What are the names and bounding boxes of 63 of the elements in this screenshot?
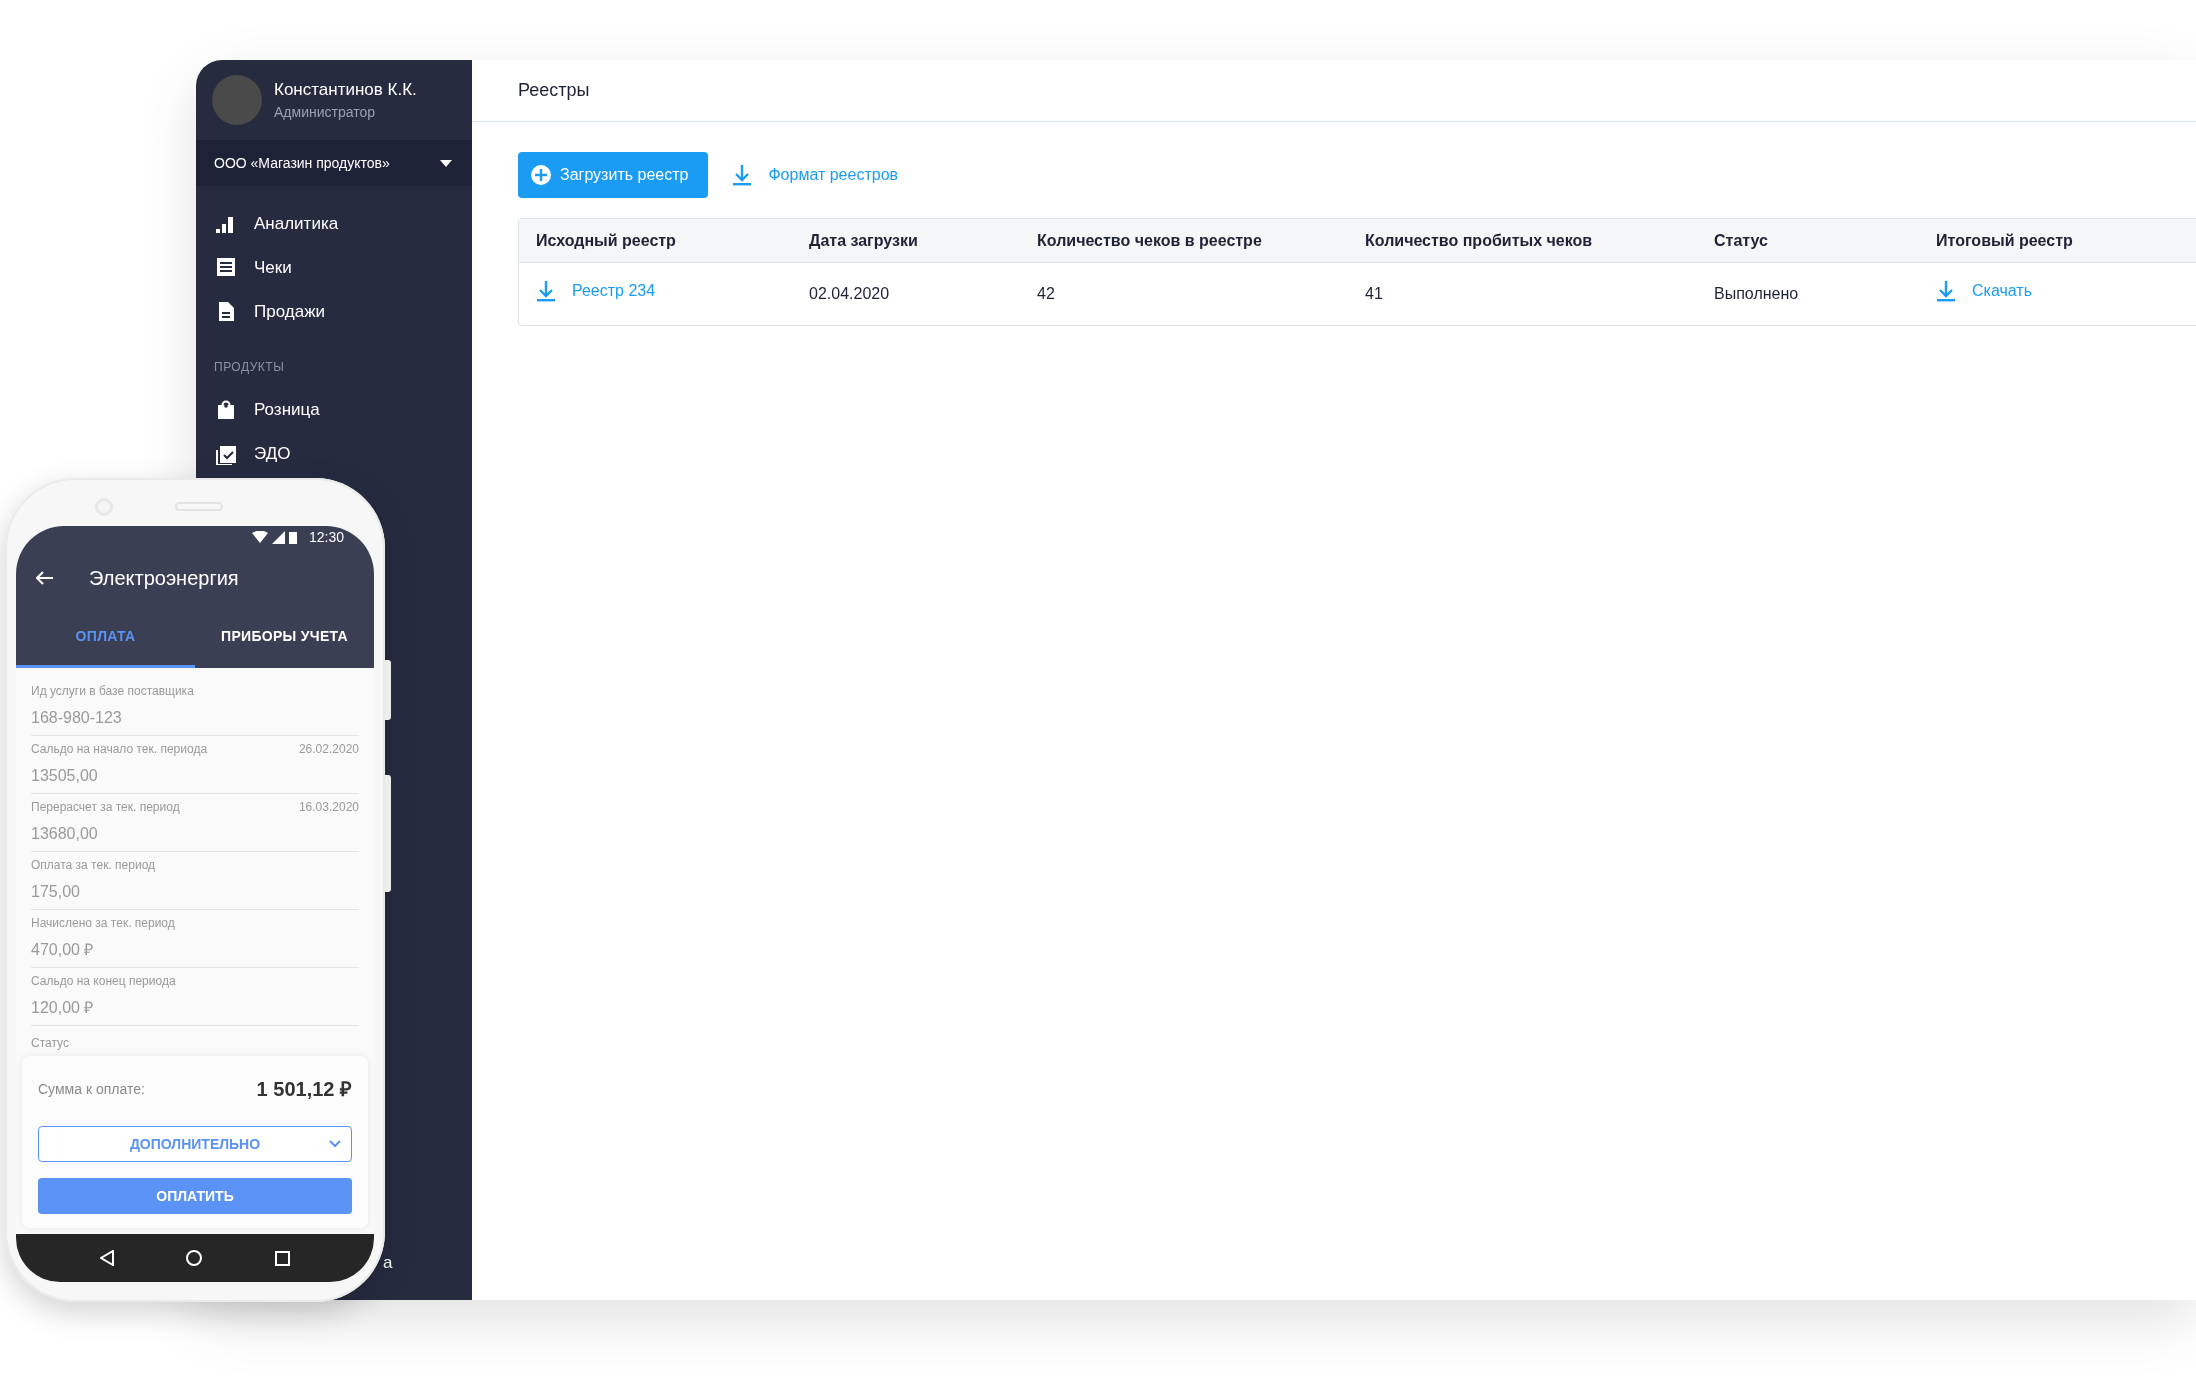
sidebar-item[interactable]: ЭДО	[196, 432, 472, 476]
download-icon	[1936, 280, 1956, 302]
home-circle-icon[interactable]	[186, 1250, 203, 1266]
tab[interactable]: ПРИБОРЫ УЧЕТА	[195, 608, 374, 668]
column-header: Исходный реестр	[535, 230, 677, 251]
sidebar-item[interactable]: Продажи	[196, 290, 472, 334]
field-label: Перерасчет за тек. период	[31, 799, 180, 816]
caret-down-icon	[440, 159, 452, 167]
column-header: Количество чеков в реестре	[1037, 230, 1263, 251]
table-cell-text: 02.04.2020	[809, 284, 891, 304]
column-header: Итоговый реестр	[1936, 230, 2074, 251]
sidebar-item-label: Аналитика	[254, 213, 339, 236]
column-header: Дата загрузки	[809, 230, 919, 251]
wifi-icon	[251, 531, 268, 543]
sidebar-item-label: Продажи	[254, 301, 325, 324]
sidebar-item[interactable]: Чеки	[196, 246, 472, 290]
battery-icon	[288, 530, 297, 544]
download-icon	[536, 280, 556, 302]
plus-circle-icon	[530, 164, 552, 186]
signal-icon	[271, 530, 285, 544]
table-cell-text: Выполнено	[1714, 284, 1800, 304]
field-label: Оплата за тек. период	[31, 857, 156, 874]
field-value: 13680,00	[31, 824, 99, 844]
field-value: 120,00 ₽	[31, 998, 95, 1018]
recents-square-icon[interactable]	[274, 1250, 290, 1266]
field-label: Сальдо на конец периода	[31, 973, 176, 990]
sidebar-text-fragment: а	[383, 1252, 393, 1274]
sidebar-item-label: Чеки	[254, 257, 292, 280]
back-arrow-icon[interactable]	[36, 571, 54, 585]
organization-dropdown[interactable]: ООО «Магазин продуктов»	[196, 140, 472, 186]
field-date: 26.02.2020	[298, 741, 359, 758]
field-value: 168-980-123	[31, 708, 123, 728]
field-value: 470,00 ₽	[31, 940, 95, 960]
page-title: Реестры	[518, 79, 590, 102]
total-label: Сумма к оплате:	[38, 1079, 145, 1099]
organization-name: ООО «Магазин продуктов»	[214, 153, 390, 173]
column-header: Статус	[1714, 230, 1769, 251]
field-label: Статус	[31, 1035, 70, 1052]
field-value: 175,00	[31, 882, 81, 902]
avatar-placeholder	[212, 75, 262, 125]
field-date: 16.03.2020	[298, 799, 359, 816]
field-label: Ид услуги в базе поставщика	[31, 683, 194, 700]
download-icon	[732, 164, 753, 186]
clipboard-check-icon	[216, 443, 238, 465]
column-header: Количество пробитых чеков	[1365, 230, 1594, 251]
sidebar-item[interactable]: Розница	[196, 388, 472, 432]
total-amount: 1 501,12 ₽	[256, 1077, 352, 1102]
table-cell-text: 41	[1365, 284, 1384, 304]
back-triangle-icon[interactable]	[100, 1250, 115, 1266]
field-label: Начислено за тек. период	[31, 915, 175, 932]
sidebar-item-label: ЭДО	[254, 443, 291, 466]
status-time: 12:30	[308, 527, 344, 547]
table-cell-text: 42	[1037, 284, 1056, 304]
field-value: 13505,00	[31, 766, 99, 786]
user-role: Администратор	[274, 103, 376, 123]
screen-title: Электроэнергия	[89, 566, 239, 591]
section-title: ПРОДУКТЫ	[213, 359, 286, 376]
sidebar-item-label: Розница	[254, 399, 320, 422]
field-label: Сальдо на начало тек. периода	[31, 741, 208, 758]
receipt-icon	[216, 257, 238, 279]
user-name: Константинов К.К.	[274, 78, 417, 101]
chevron-down-icon	[329, 1140, 341, 1148]
sidebar-item[interactable]: Аналитика	[196, 202, 472, 246]
